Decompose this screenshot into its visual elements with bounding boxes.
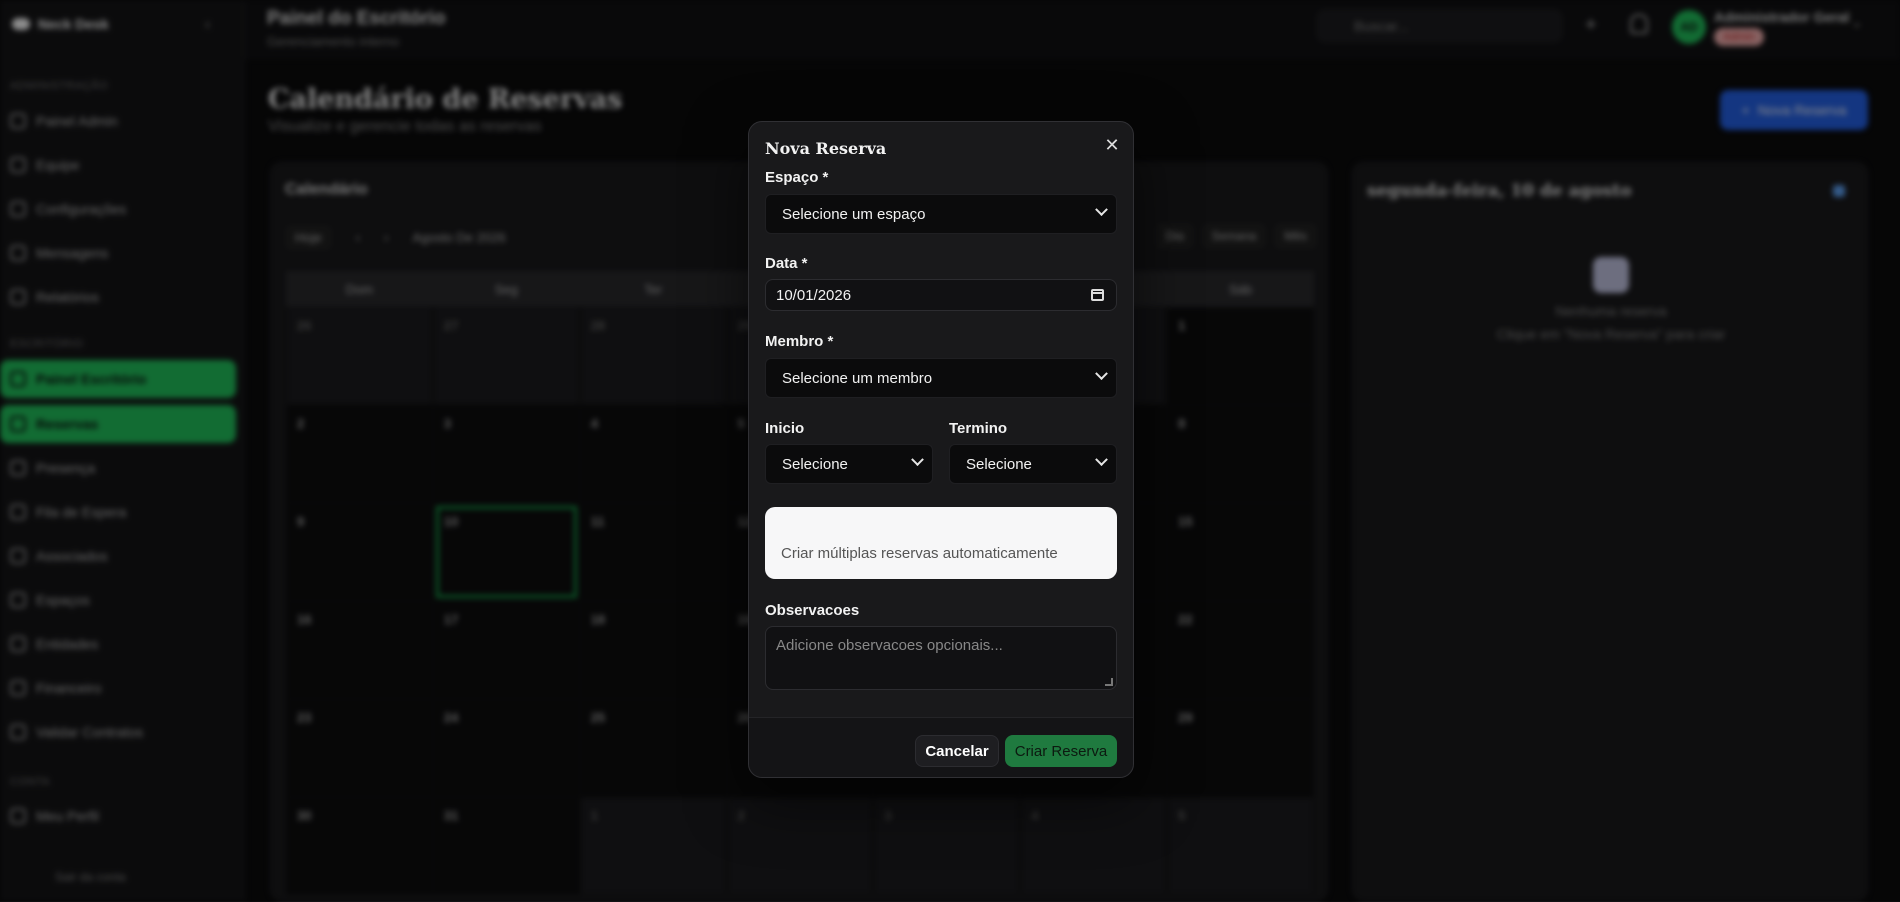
espaco-select[interactable]: Selecione um espaço [765, 194, 1117, 234]
termino-select-value: Selecione [966, 455, 1032, 473]
chevron-down-icon [1095, 367, 1108, 381]
recurrence-option[interactable]: Criar múltiplas reservas automaticamente [765, 507, 1117, 579]
espaco-select-value: Selecione um espaço [782, 205, 926, 223]
observacoes-label: Observacoes [765, 602, 860, 619]
cancel-button[interactable]: Cancelar [915, 735, 999, 767]
date-input[interactable]: 10/01/2026 [765, 279, 1117, 311]
inicio-select-value: Selecione [782, 455, 848, 473]
observacoes-textarea[interactable]: Adicione observacoes opcionais... [765, 626, 1117, 690]
observacoes-placeholder: Adicione observacoes opcionais... [776, 637, 1003, 654]
data-label: Data * [765, 255, 808, 272]
calendar-icon[interactable] [1091, 289, 1104, 301]
date-input-value: 10/01/2026 [776, 286, 852, 304]
recurrence-text: Criar múltiplas reservas automaticamente [781, 545, 1058, 562]
create-reservation-button[interactable]: Criar Reserva [1005, 735, 1117, 767]
chevron-down-icon [911, 453, 924, 467]
termino-label: Termino [949, 420, 1008, 437]
chevron-down-icon [1095, 203, 1108, 217]
inicio-label: Inicio [765, 420, 805, 437]
termino-select[interactable]: Selecione [949, 444, 1117, 484]
chevron-down-icon [1095, 453, 1108, 467]
membro-label: Membro * [765, 333, 834, 350]
membro-select[interactable]: Selecione um membro [765, 358, 1117, 398]
modal-title: Nova Reserva [765, 139, 887, 158]
espaco-label: Espaço * [765, 169, 829, 186]
close-icon[interactable]: ✕ [1101, 134, 1123, 156]
new-reservation-modal: Nova Reserva ✕ Espaço * Selecione um esp… [748, 121, 1134, 778]
membro-select-value: Selecione um membro [782, 369, 933, 387]
inicio-select[interactable]: Selecione [765, 444, 933, 484]
modal-footer: Cancelar Criar Reserva [749, 717, 1133, 777]
resize-handle-icon[interactable] [1105, 678, 1113, 686]
